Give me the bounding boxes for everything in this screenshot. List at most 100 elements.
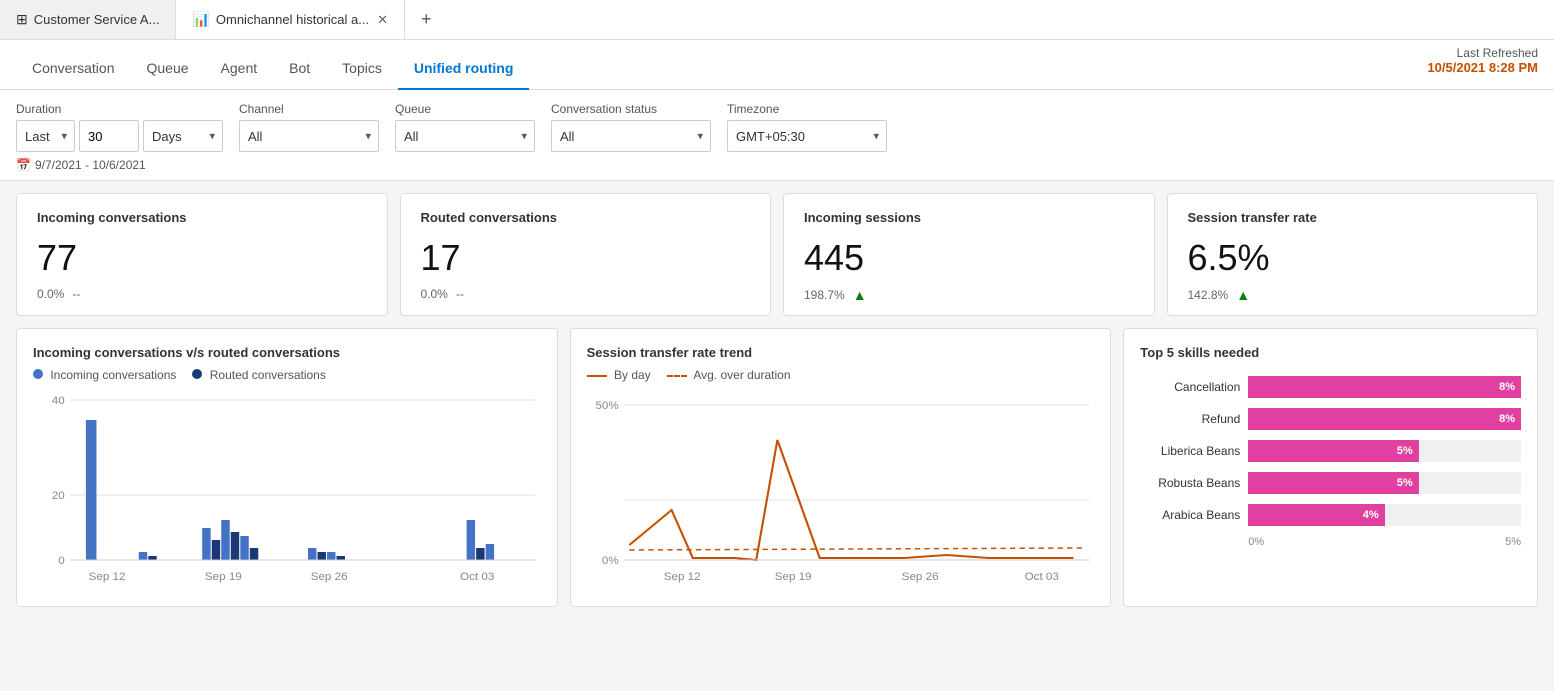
bar-incoming-7 <box>327 552 335 560</box>
kpi-incoming-conversations-sub: 0.0% -- <box>37 287 367 301</box>
routed-legend-dot <box>192 369 202 379</box>
duration-number-input[interactable] <box>79 120 139 152</box>
bar-routed-6 <box>317 552 325 560</box>
bar-routed-5 <box>250 548 258 560</box>
bar-routed-3 <box>212 540 220 560</box>
incoming-legend-label: Incoming conversations <box>50 368 176 382</box>
line-chart-card: Session transfer rate trend By day Avg. … <box>570 328 1112 607</box>
kpi-routed-conversations-value: 17 <box>421 237 751 279</box>
channel-select[interactable]: All <box>239 120 379 152</box>
svg-text:40: 40 <box>52 395 65 407</box>
skills-bar-label: Cancellation <box>1140 380 1240 394</box>
line-chart-container: 50% 0% Sep 12 Sep 19 Sep 26 Oct 03 <box>587 390 1095 590</box>
bar-incoming-9 <box>486 544 494 560</box>
timezone-select[interactable]: GMT+05:30 <box>727 120 887 152</box>
conversation-status-select[interactable]: All <box>551 120 711 152</box>
timezone-filter: Timezone GMT+05:30 <box>727 102 887 152</box>
tab-customer-service[interactable]: ⊞ Customer Service A... <box>0 0 176 39</box>
tab-agent[interactable]: Agent <box>205 48 274 90</box>
tab-queue[interactable]: Queue <box>131 48 205 90</box>
last-refreshed-label: Last Refreshed <box>1427 46 1538 60</box>
skills-bar-label: Liberica Beans <box>1140 444 1240 458</box>
bar-incoming-4 <box>221 520 229 560</box>
tab-omnichannel-label: Omnichannel historical a... <box>216 12 369 27</box>
avg-legend-label: Avg. over duration <box>693 368 790 382</box>
skills-bar-track: 5% <box>1248 440 1521 462</box>
skills-hbar-axis: 0% 5% <box>1140 536 1521 548</box>
duration-unit-select[interactable]: Days Weeks Months <box>143 120 223 152</box>
last-refreshed-value: 10/5/2021 8:28 PM <box>1427 60 1538 75</box>
skills-axis-5: 5% <box>1505 536 1521 548</box>
svg-text:Oct 03: Oct 03 <box>1024 571 1058 583</box>
line-chart-title: Session transfer rate trend <box>587 345 1095 360</box>
bar-incoming-2 <box>139 552 147 560</box>
skills-bar-row: Refund 8% <box>1140 408 1521 430</box>
skills-bar-fill: 5% <box>1248 472 1418 494</box>
kpi-session-transfer-rate: Session transfer rate 6.5% 142.8% ▲ <box>1167 193 1539 316</box>
routed-legend-label: Routed conversations <box>210 368 326 382</box>
duration-preset-select[interactable]: Last <box>16 120 75 152</box>
kpi-incoming-conversations-value: 77 <box>37 237 367 279</box>
date-range-value: 9/7/2021 - 10/6/2021 <box>35 158 146 172</box>
channel-filter: Channel All <box>239 102 379 152</box>
incoming-sessions-arrow-icon: ▲ <box>853 287 867 303</box>
kpi-incoming-sessions: Incoming sessions 445 198.7% ▲ <box>783 193 1155 316</box>
kpi-routed-conversations-title: Routed conversations <box>421 210 751 225</box>
kpi-incoming-sessions-sub: 198.7% ▲ <box>804 287 1134 303</box>
bar-routed-2 <box>148 556 156 560</box>
skills-bar-label: Arabica Beans <box>1140 508 1240 522</box>
customer-service-icon: ⊞ <box>16 11 28 28</box>
skills-hbar-container: Cancellation 8% Refund 8% Liberica Beans… <box>1140 368 1521 526</box>
skills-axis-0: 0% <box>1248 536 1264 548</box>
kpi-incoming-sessions-title: Incoming sessions <box>804 210 1134 225</box>
tab-bar: ⊞ Customer Service A... 📊 Omnichannel hi… <box>0 0 1554 40</box>
skills-bar-fill: 4% <box>1248 504 1384 526</box>
skills-bar-label: Robusta Beans <box>1140 476 1240 490</box>
tab-conversation[interactable]: Conversation <box>16 48 131 90</box>
omnichannel-icon: 📊 <box>192 11 209 28</box>
tab-unified-routing[interactable]: Unified routing <box>398 48 530 90</box>
bar-routed-8 <box>476 548 484 560</box>
kpi-routed-conversations: Routed conversations 17 0.0% -- <box>400 193 772 316</box>
kpi-session-transfer-rate-value: 6.5% <box>1188 237 1518 279</box>
incoming-legend-dot <box>33 369 43 379</box>
by-day-legend-label: By day <box>614 368 651 382</box>
kpi-session-transfer-rate-sub: 142.8% ▲ <box>1188 287 1518 303</box>
bar-incoming-8 <box>467 520 475 560</box>
duration-label: Duration <box>16 102 223 116</box>
skills-chart-card: Top 5 skills needed Cancellation 8% Refu… <box>1123 328 1538 607</box>
skills-chart-title: Top 5 skills needed <box>1140 345 1521 360</box>
skills-bar-fill: 8% <box>1248 376 1521 398</box>
skills-bar-value: 5% <box>1397 477 1413 489</box>
skills-bar-row: Cancellation 8% <box>1140 376 1521 398</box>
queue-label: Queue <box>395 102 535 116</box>
close-icon[interactable]: ✕ <box>377 12 388 28</box>
duration-filter: Duration Last Days Weeks Months <box>16 102 223 152</box>
queue-filter: Queue All <box>395 102 535 152</box>
tab-bot[interactable]: Bot <box>273 48 326 90</box>
kpi-incoming-conversations: Incoming conversations 77 0.0% -- <box>16 193 388 316</box>
skills-bar-track: 4% <box>1248 504 1521 526</box>
bar-incoming-3 <box>202 528 210 560</box>
bar-chart-title: Incoming conversations v/s routed conver… <box>33 345 541 360</box>
tab-omnichannel[interactable]: 📊 Omnichannel historical a... ✕ <box>176 0 405 39</box>
svg-text:Sep 12: Sep 12 <box>663 571 700 583</box>
kpi-row: Incoming conversations 77 0.0% -- Routed… <box>0 181 1554 328</box>
queue-select[interactable]: All <box>395 120 535 152</box>
add-tab-button[interactable]: + <box>405 0 448 39</box>
channel-label: Channel <box>239 102 379 116</box>
skills-bar-value: 8% <box>1499 413 1515 425</box>
bar-chart-legend: Incoming conversations Routed conversati… <box>33 368 541 382</box>
svg-text:Sep 12: Sep 12 <box>89 571 126 583</box>
filter-bar: Duration Last Days Weeks Months <box>0 90 1554 181</box>
skills-bar-fill: 5% <box>1248 440 1418 462</box>
skills-bar-value: 5% <box>1397 445 1413 457</box>
by-day-legend-icon <box>587 375 607 377</box>
conversation-status-filter: Conversation status All <box>551 102 711 152</box>
kpi-routed-conversations-sub: 0.0% -- <box>421 287 751 301</box>
skills-bar-row: Robusta Beans 5% <box>1140 472 1521 494</box>
calendar-icon: 📅 <box>16 158 31 172</box>
conversation-status-label: Conversation status <box>551 102 711 116</box>
skills-bar-track: 5% <box>1248 472 1521 494</box>
tab-topics[interactable]: Topics <box>326 48 398 90</box>
